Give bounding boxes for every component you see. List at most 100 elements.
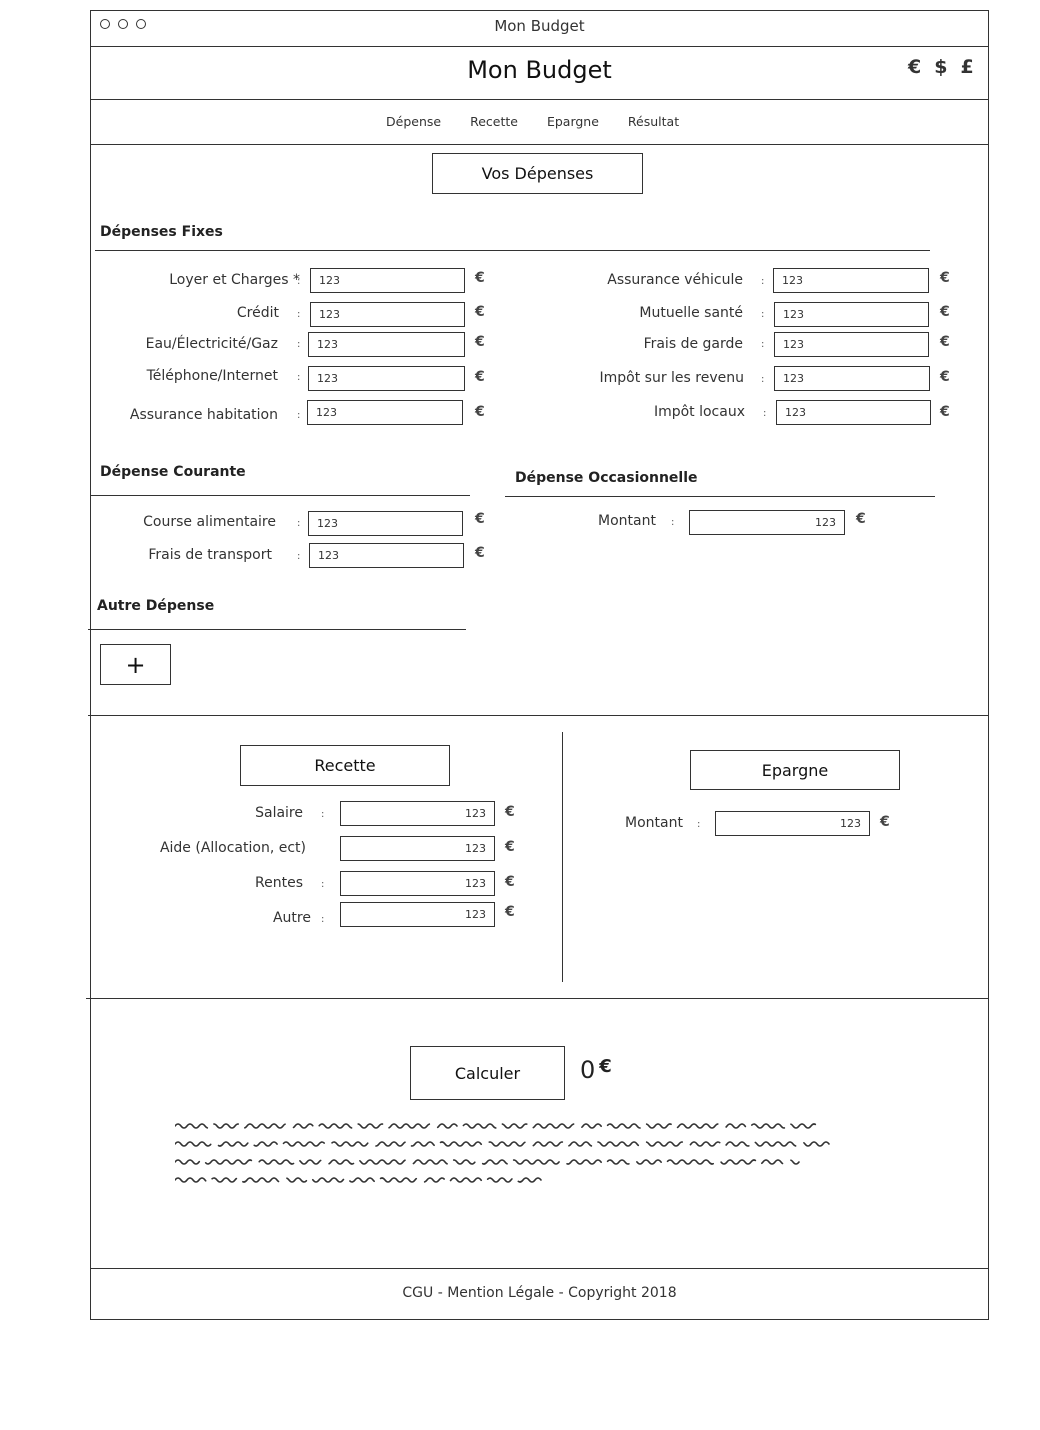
salaire-label: Salaire	[255, 805, 303, 821]
colon: :	[297, 551, 301, 562]
epargne-montant-input[interactable]: 123	[715, 811, 870, 836]
impot-revenu-input[interactable]: 123	[774, 366, 930, 391]
rentes-input[interactable]: 123	[340, 871, 495, 896]
frais-de-garde-label: Frais de garde	[643, 336, 743, 352]
aide-allocation-label: Aide (Allocation, ect)	[159, 840, 306, 856]
nav-divider	[90, 144, 989, 145]
euro-unit: €	[856, 511, 866, 527]
euro-unit: €	[505, 874, 515, 890]
autre-recette-input[interactable]: 123	[340, 902, 495, 927]
occasionnelle-montant-label: Montant	[598, 513, 656, 529]
result-currency: €	[599, 1056, 612, 1077]
euro-unit: €	[505, 839, 515, 855]
rentes-label: Rentes	[255, 875, 303, 891]
frais-de-garde-input[interactable]: 123	[774, 332, 929, 357]
telephone-internet-input[interactable]: 123	[308, 366, 465, 391]
nav-item-recette[interactable]: Recette	[470, 114, 518, 129]
calculer-button[interactable]: Calculer	[410, 1046, 565, 1100]
course-alimentaire-input[interactable]: 123	[308, 511, 463, 536]
depense-courante-title: Dépense Courante	[100, 464, 246, 480]
colon: :	[321, 809, 325, 820]
euro-unit: €	[940, 369, 950, 385]
euro-unit: €	[940, 270, 950, 286]
euro-unit: €	[475, 545, 485, 561]
nav-item-epargne[interactable]: Epargne	[547, 114, 599, 129]
currency-switcher: € $ £	[908, 56, 974, 78]
occasionnelle-montant-input[interactable]: 123	[689, 510, 845, 535]
depenses-fixes-underline	[95, 250, 930, 251]
euro-unit: €	[940, 334, 950, 350]
colon: :	[321, 879, 325, 890]
result-value: 0	[580, 1056, 596, 1084]
footer-links[interactable]: CGU - Mention Légale - Copyright 2018	[90, 1285, 989, 1301]
assurance-habitation-input[interactable]: 123	[307, 400, 463, 425]
euro-unit: €	[475, 304, 485, 320]
mutuelle-sante-label: Mutuelle santé	[639, 305, 743, 321]
autre-recette-label: Autre	[272, 910, 311, 926]
autre-depense-underline	[88, 629, 466, 630]
placeholder-text-scribble	[175, 1123, 830, 1183]
telephone-internet-label: Téléphone/Internet	[146, 368, 278, 384]
app-title: Mon Budget	[467, 56, 612, 84]
footer-divider	[90, 1268, 989, 1269]
euro-unit: €	[880, 814, 890, 830]
epargne-montant-label: Montant	[625, 815, 683, 831]
colon: :	[321, 914, 325, 925]
result-display: 0 €	[580, 1056, 612, 1084]
euro-unit: €	[505, 804, 515, 820]
mutuelle-sante-input[interactable]: 123	[774, 302, 929, 327]
euro-unit: €	[475, 334, 485, 350]
autre-depense-title: Autre Dépense	[97, 598, 215, 614]
colon: :	[297, 518, 301, 529]
currency-euro-button[interactable]: €	[908, 56, 921, 78]
epargne-button[interactable]: Epargne	[690, 750, 900, 790]
add-depense-button[interactable]: +	[100, 644, 171, 685]
titlebar-divider	[90, 46, 989, 47]
colon: :	[697, 819, 701, 830]
euro-unit: €	[475, 404, 485, 420]
impot-revenu-label: Impôt sur les revenu	[599, 370, 744, 386]
colon: :	[671, 517, 675, 528]
euro-unit: €	[940, 304, 950, 320]
depense-occasionnelle-title: Dépense Occasionnelle	[515, 470, 698, 486]
vos-depenses-button[interactable]: Vos Dépenses	[432, 153, 643, 194]
euro-unit: €	[475, 270, 485, 286]
euro-unit: €	[475, 511, 485, 527]
colon: :	[761, 309, 765, 320]
window-title: Mon Budget	[494, 17, 585, 35]
depenses-section-divider	[88, 715, 989, 716]
colon: :	[297, 410, 301, 421]
loyer-input[interactable]: 123	[310, 268, 465, 293]
assurance-vehicule-input[interactable]: 123	[773, 268, 929, 293]
recette-epargne-divider	[562, 732, 563, 982]
colon: :	[297, 339, 301, 350]
colon: :	[761, 374, 765, 385]
colon: :	[761, 339, 765, 350]
credit-label: Crédit	[236, 305, 279, 321]
salaire-input[interactable]: 123	[340, 801, 495, 826]
credit-input[interactable]: 123	[310, 302, 465, 327]
main-nav: Dépense Recette Epargne Résultat	[386, 114, 679, 129]
euro-unit: €	[940, 404, 950, 420]
assurance-habitation-label: Assurance habitation	[129, 407, 278, 423]
currency-dollar-button[interactable]: $	[934, 56, 947, 78]
assurance-vehicule-label: Assurance véhicule	[607, 272, 743, 288]
impot-locaux-label: Impôt locaux	[653, 404, 745, 420]
aide-allocation-input[interactable]: 123	[340, 836, 495, 861]
eau-electricite-gaz-input[interactable]: 123	[308, 332, 465, 357]
recette-button[interactable]: Recette	[240, 745, 450, 786]
currency-pound-button[interactable]: £	[960, 56, 973, 78]
nav-item-resultat[interactable]: Résultat	[628, 114, 679, 129]
depenses-fixes-title: Dépenses Fixes	[100, 224, 223, 240]
impot-locaux-input[interactable]: 123	[776, 400, 931, 425]
recette-section-divider	[86, 998, 989, 999]
frais-transport-input[interactable]: 123	[309, 543, 464, 568]
depense-occasionnelle-underline	[505, 496, 935, 497]
eau-electricite-gaz-label: Eau/Électricité/Gaz	[145, 336, 278, 352]
colon: :	[297, 372, 301, 383]
nav-item-depense[interactable]: Dépense	[386, 114, 441, 129]
depense-courante-underline	[90, 495, 470, 496]
frais-transport-label: Frais de transport	[148, 547, 272, 563]
colon: :	[297, 276, 301, 287]
euro-unit: €	[475, 369, 485, 385]
